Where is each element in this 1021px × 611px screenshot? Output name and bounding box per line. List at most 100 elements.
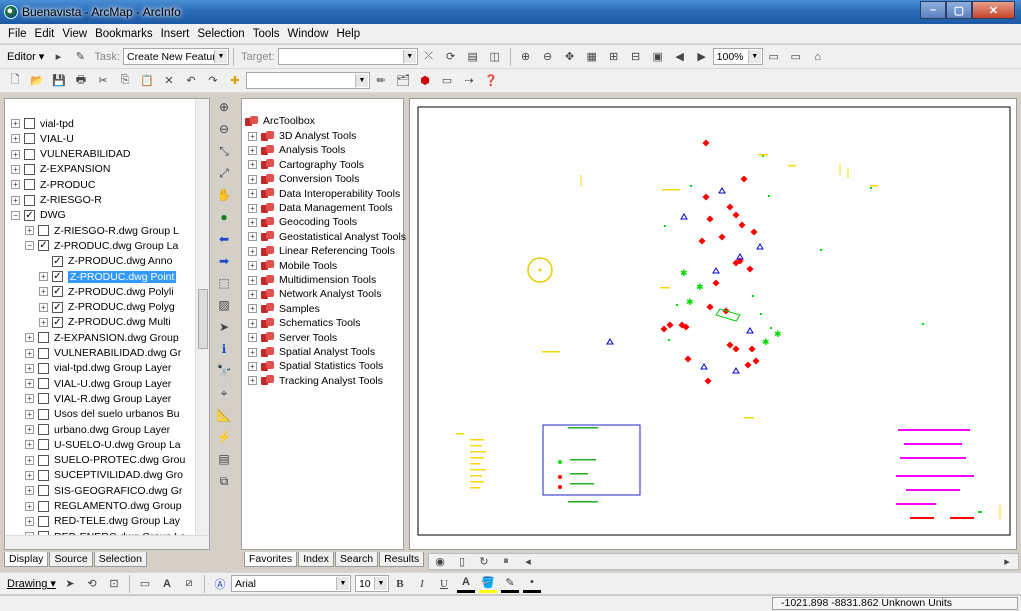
marker-color-icon[interactable]: •: [522, 575, 541, 593]
toc-layer-row[interactable]: + SUCEPTIVILIDAD.dwg Gro: [25, 468, 183, 483]
expand-icon[interactable]: +: [11, 119, 20, 128]
toolbox-item[interactable]: + Samples: [248, 303, 320, 315]
toolbox-item[interactable]: + Cartography Tools: [248, 159, 364, 171]
layer-visibility-checkbox[interactable]: ✓: [52, 301, 63, 313]
toc-layer-row[interactable]: + vial-tpd: [11, 116, 74, 131]
expand-icon[interactable]: +: [248, 189, 257, 199]
toc-layer-row[interactable]: + ✓ Z-PRODUC.dwg Point: [39, 269, 177, 284]
toc-layer-row[interactable]: + VIAL-R.dwg Group Layer: [25, 391, 171, 406]
toolbox-item[interactable]: + Analysis Tools: [248, 144, 345, 156]
toc-layer-row[interactable]: + Usos del suelo urbanos Bu: [25, 407, 180, 422]
toolbox-item[interactable]: + Geostatistical Analyst Tools: [248, 231, 406, 243]
map-scale-dropdown[interactable]: ▼: [246, 72, 370, 89]
expand-icon[interactable]: +: [25, 363, 34, 373]
map-display[interactable]: ✱ ✱ ✱ ✱ ✱: [409, 98, 1017, 550]
layer-visibility-checkbox[interactable]: [38, 332, 49, 344]
go-to-xy-icon[interactable]: ⌖: [215, 384, 233, 402]
toc-layer-row[interactable]: + Z-RIESGO-R.dwg Group L: [25, 223, 179, 238]
toc-layer-row[interactable]: + ✓ Z-PRODUC.dwg Multi: [39, 315, 171, 330]
layer-visibility-checkbox[interactable]: ✓: [38, 240, 49, 252]
layer-visibility-checkbox[interactable]: [38, 225, 49, 237]
expand-icon[interactable]: +: [25, 425, 34, 434]
zoom-out-icon[interactable]: ⊖: [215, 120, 233, 138]
toc-layer-row[interactable]: + vial-tpd.dwg Group Layer: [25, 361, 171, 376]
layer-visibility-checkbox[interactable]: ✓: [52, 255, 63, 267]
time-slider-icon[interactable]: ⧉: [215, 472, 233, 490]
identify-icon[interactable]: ℹ: [215, 340, 233, 358]
change-layout-icon[interactable]: ⌂: [809, 48, 827, 66]
save-icon[interactable]: 💾: [50, 72, 68, 90]
layer-visibility-checkbox[interactable]: [38, 454, 49, 466]
full-extent-icon[interactable]: ●: [215, 208, 233, 226]
select-elements-icon[interactable]: ➤: [215, 318, 233, 336]
menu-insert[interactable]: Insert: [157, 28, 194, 40]
expand-icon[interactable]: +: [25, 455, 34, 465]
expand-icon[interactable]: +: [25, 501, 34, 511]
toc-layer-row[interactable]: − ✓ DWG: [11, 208, 66, 223]
expand-icon[interactable]: +: [11, 180, 20, 190]
focus-data-frame-icon[interactable]: ▭: [787, 48, 805, 66]
expand-icon[interactable]: +: [248, 361, 257, 371]
toc-layer-row[interactable]: + SIS-GEOGRAFICO.dwg Gr: [25, 483, 182, 498]
paste-icon[interactable]: 📋: [138, 72, 156, 90]
toc-layer-row[interactable]: + Z-EXPANSION: [11, 162, 110, 177]
cut-icon[interactable]: ✂: [94, 72, 112, 90]
zoom-in-layout-icon[interactable]: ⊕: [517, 48, 535, 66]
pan-layout-icon[interactable]: ✥: [561, 48, 579, 66]
command-line-icon[interactable]: ▭: [438, 72, 456, 90]
zoom-in-icon[interactable]: ⊕: [215, 98, 233, 116]
zoom-percent-dropdown[interactable]: 100% ▼: [712, 48, 763, 65]
rectangle-tool-icon[interactable]: ▭: [136, 575, 154, 593]
toc-layer-row[interactable]: + VIAL-U.dwg Group Layer: [25, 376, 171, 391]
tab-display[interactable]: Display: [4, 552, 49, 567]
select-elements-icon[interactable]: ➤: [61, 575, 79, 593]
menu-view[interactable]: View: [58, 28, 91, 40]
expand-icon[interactable]: +: [11, 164, 20, 174]
whats-this-icon[interactable]: ❓: [482, 72, 500, 90]
layer-visibility-checkbox[interactable]: [24, 163, 35, 175]
menu-help[interactable]: Help: [332, 28, 364, 40]
toolbox-item[interactable]: + Geocoding Tools: [248, 216, 357, 228]
split-tool-icon[interactable]: ⤫: [420, 48, 438, 66]
pause-drawing-icon[interactable]: ⏸: [497, 553, 515, 571]
menu-tools[interactable]: Tools: [249, 28, 284, 40]
layer-visibility-checkbox[interactable]: [38, 469, 49, 481]
expand-icon[interactable]: +: [248, 289, 257, 299]
layer-visibility-checkbox[interactable]: [38, 500, 49, 512]
layer-visibility-checkbox[interactable]: ✓: [52, 286, 63, 298]
html-popup-icon[interactable]: ▤: [215, 450, 233, 468]
expand-icon[interactable]: +: [248, 261, 257, 271]
refresh-icon[interactable]: ↻: [475, 553, 493, 571]
text-tool-icon[interactable]: A: [158, 575, 176, 593]
font-dropdown[interactable]: Arial ▼: [230, 575, 351, 592]
arctoolbox-root[interactable]: ArcToolbox: [245, 115, 315, 127]
expand-icon[interactable]: +: [39, 302, 48, 312]
zoom-whole-page-icon[interactable]: ▣: [649, 48, 667, 66]
line-color-icon[interactable]: ✎: [500, 575, 519, 593]
minimize-button[interactable]: –: [920, 1, 946, 19]
bold-button[interactable]: B: [391, 575, 409, 593]
toc-layer-row[interactable]: + ✓ Z-PRODUC.dwg Polyg: [39, 300, 175, 315]
expand-icon[interactable]: +: [25, 226, 34, 236]
layer-visibility-checkbox[interactable]: [24, 179, 35, 191]
expand-icon[interactable]: +: [39, 272, 48, 281]
toc-layer-row[interactable]: ✓ Z-PRODUC.dwg Anno: [39, 254, 172, 269]
expand-icon[interactable]: +: [25, 470, 34, 480]
collapse-icon[interactable]: −: [25, 241, 34, 251]
toolbox-item[interactable]: + Spatial Analyst Tools: [248, 346, 375, 358]
italic-button[interactable]: I: [413, 575, 431, 593]
toc-layer-row[interactable]: + Z-RIESGO-R: [11, 193, 102, 208]
layer-visibility-checkbox[interactable]: [38, 515, 49, 527]
expand-icon[interactable]: +: [248, 333, 257, 343]
undo-icon[interactable]: ↶: [182, 72, 200, 90]
layer-visibility-checkbox[interactable]: [38, 362, 49, 374]
expand-icon[interactable]: +: [25, 394, 34, 404]
layer-visibility-checkbox[interactable]: [38, 424, 49, 435]
hyperlink-icon[interactable]: ⚡: [215, 428, 233, 446]
font-size-dropdown[interactable]: 10 ▼: [354, 575, 389, 592]
edit-vertices-icon[interactable]: ⧄: [180, 575, 198, 593]
target-dropdown[interactable]: ▼: [277, 48, 418, 65]
tab-search[interactable]: Search: [334, 552, 379, 567]
expand-icon[interactable]: +: [248, 160, 257, 170]
expand-icon[interactable]: +: [25, 516, 34, 526]
